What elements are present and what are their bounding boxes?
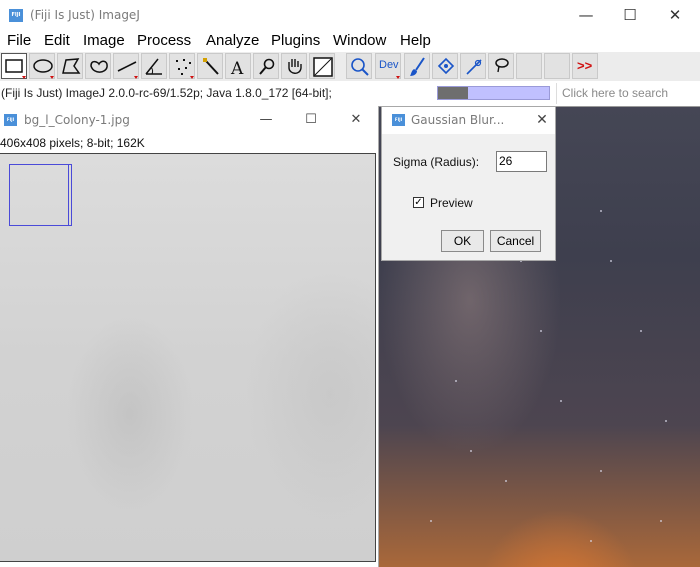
brush-tool[interactable] xyxy=(404,53,430,79)
imagej-main-window: FIJI (Fiji Is Just) ImageJ — ☐ ✕ File Ed… xyxy=(0,0,700,107)
freehand-icon xyxy=(90,60,108,73)
dropdown-arrow-icon xyxy=(396,76,400,79)
menu-edit[interactable]: Edit xyxy=(44,32,70,49)
image-window: FIJI bg_l_Colony-1.jpg — ☐ ✕ 406x408 pix… xyxy=(0,106,379,567)
sigma-label: Sigma (Radius): xyxy=(393,155,480,169)
rectangle-selection-tool[interactable] xyxy=(1,53,27,79)
preview-checkbox[interactable]: ✓ xyxy=(413,197,424,208)
lasso-icon xyxy=(495,58,509,73)
close-button[interactable]: ✕ xyxy=(652,0,698,31)
fiji-app-icon: FIJI xyxy=(4,114,17,126)
polygon-selection-tool[interactable] xyxy=(57,53,83,79)
menu-help[interactable]: Help xyxy=(400,32,431,49)
rectangle-icon xyxy=(5,59,26,79)
star xyxy=(470,450,472,452)
star xyxy=(560,400,562,402)
gaussian-blur-dialog: FIJI Gaussian Blur... ✕ Sigma (Radius): … xyxy=(381,106,556,261)
search-icon xyxy=(351,58,369,76)
magnifying-glass-tool[interactable] xyxy=(253,53,279,79)
preview-label: Preview xyxy=(430,196,473,210)
more-tools-button[interactable]: >> xyxy=(572,53,598,79)
menu-bar: File Edit Image Process Analyze Plugins … xyxy=(0,31,700,51)
menu-file[interactable]: File xyxy=(7,32,31,49)
roi-edge xyxy=(68,165,69,225)
color-picker-icon xyxy=(313,57,333,77)
star xyxy=(430,520,432,522)
main-window-title: (Fiji Is Just) ImageJ xyxy=(30,8,140,22)
freehand-selection-tool[interactable] xyxy=(85,53,111,79)
main-titlebar: FIJI (Fiji Is Just) ImageJ — ☐ ✕ xyxy=(0,0,700,31)
star xyxy=(610,260,612,262)
search-input[interactable]: Click here to search xyxy=(556,83,696,104)
menu-image[interactable]: Image xyxy=(83,32,125,49)
brush-icon xyxy=(410,57,425,76)
ok-button[interactable]: OK xyxy=(441,230,484,252)
dialog-titlebar: FIJI Gaussian Blur... ✕ xyxy=(382,107,555,134)
menu-analyze[interactable]: Analyze xyxy=(206,32,259,49)
scrolling-tool[interactable] xyxy=(281,53,307,79)
star xyxy=(600,210,602,212)
empty-tool-slot[interactable] xyxy=(516,53,542,79)
image-minimize-button[interactable]: — xyxy=(246,108,286,132)
menu-plugins[interactable]: Plugins xyxy=(271,32,320,49)
cancel-button[interactable]: Cancel xyxy=(490,230,541,252)
lasso-tool[interactable] xyxy=(488,53,514,79)
text-icon: A xyxy=(230,59,244,79)
image-window-title: bg_l_Colony-1.jpg xyxy=(24,113,130,127)
progress-bar xyxy=(437,86,550,100)
angle-icon xyxy=(145,58,162,75)
progress-fill xyxy=(438,87,468,99)
color-picker-tool[interactable] xyxy=(309,53,335,79)
flood-fill-tool[interactable] xyxy=(432,53,458,79)
pencil-icon xyxy=(466,59,482,75)
star xyxy=(660,520,662,522)
star xyxy=(665,420,667,422)
menu-window[interactable]: Window xyxy=(333,32,386,49)
status-text: (Fiji Is Just) ImageJ 2.0.0-rc-69/1.52p;… xyxy=(1,86,332,100)
line-selection-tool[interactable] xyxy=(113,53,139,79)
star xyxy=(505,480,507,482)
polygon-icon xyxy=(62,58,81,74)
zoom-search-tool[interactable] xyxy=(346,53,372,79)
line-icon xyxy=(117,61,138,79)
magnifier-icon xyxy=(259,58,275,75)
star xyxy=(600,470,602,472)
star xyxy=(590,540,592,542)
menu-process[interactable]: Process xyxy=(137,32,191,49)
image-info: 406x408 pixels; 8-bit; 162K xyxy=(0,136,145,150)
star xyxy=(540,330,542,332)
selection-roi[interactable] xyxy=(9,164,72,226)
more-tools-label: >> xyxy=(577,58,593,73)
svg-text:A: A xyxy=(230,59,244,79)
oval-icon xyxy=(33,59,54,79)
minimize-button[interactable]: — xyxy=(563,0,609,31)
hand-icon xyxy=(288,59,302,74)
multi-point-tool[interactable] xyxy=(169,53,195,79)
developer-menu-tool[interactable]: Dev xyxy=(375,53,401,79)
dialog-title: Gaussian Blur... xyxy=(411,113,505,127)
empty-tool-slot[interactable] xyxy=(544,53,570,79)
fiji-app-icon: FIJI xyxy=(9,9,23,22)
star xyxy=(455,380,457,382)
angle-tool[interactable] xyxy=(141,53,167,79)
paint-bucket-icon xyxy=(437,57,455,75)
oval-selection-tool[interactable] xyxy=(29,53,55,79)
image-canvas[interactable] xyxy=(0,153,376,562)
image-maximize-button[interactable]: ☐ xyxy=(291,108,331,132)
star xyxy=(640,330,642,332)
maximize-button[interactable]: ☐ xyxy=(607,0,653,31)
sigma-input[interactable]: 26 xyxy=(496,151,547,172)
wand-tool[interactable] xyxy=(197,53,223,79)
multipoint-icon xyxy=(176,59,194,79)
text-tool[interactable]: A xyxy=(225,53,251,79)
tool-bar: A Dev >> xyxy=(0,52,700,81)
wand-icon xyxy=(203,58,219,75)
fiji-app-icon: FIJI xyxy=(392,114,405,126)
dialog-close-button[interactable]: ✕ xyxy=(532,109,552,131)
image-close-button[interactable]: ✕ xyxy=(336,108,376,132)
pencil-tool[interactable] xyxy=(460,53,486,79)
